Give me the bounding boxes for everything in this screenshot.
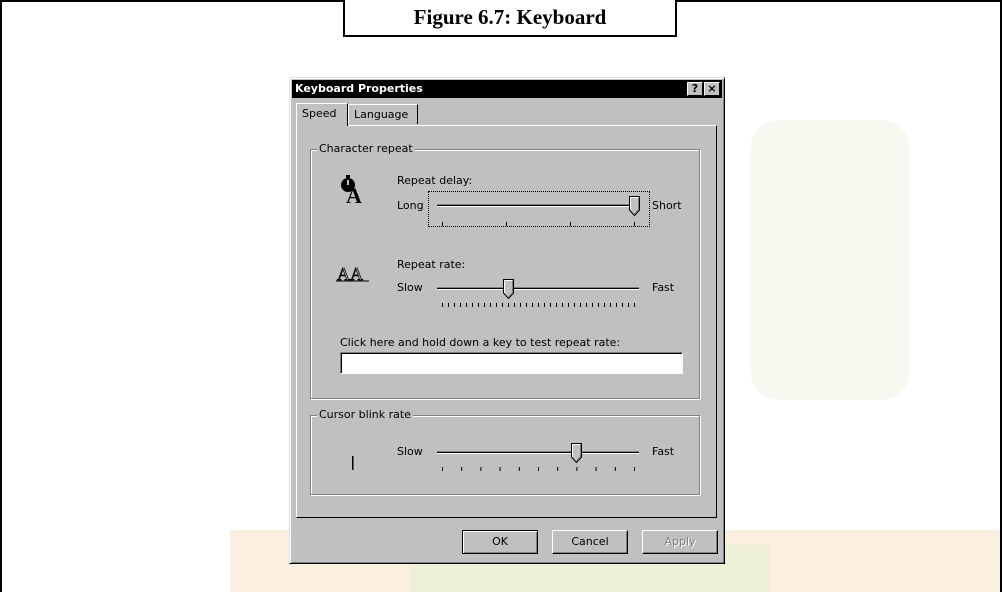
dialog-title: Keyboard Properties <box>295 82 423 95</box>
slider-tick <box>576 467 578 471</box>
tab-speed[interactable]: Speed <box>296 103 348 126</box>
slider-tick <box>538 467 539 471</box>
slider-tick <box>570 222 571 226</box>
help-button[interactable]: ? <box>687 82 703 96</box>
slider-tick <box>550 303 551 307</box>
repeat-rate-max-label: Fast <box>652 281 675 294</box>
slider-tick <box>628 303 629 307</box>
repeat-rate-slider-thumb[interactable] <box>502 279 514 299</box>
test-repeat-input[interactable] <box>340 352 683 374</box>
repeat-rate-label: Repeat rate: <box>397 258 466 271</box>
slider-tick <box>562 303 563 307</box>
cursor-blink-ticks <box>442 467 635 471</box>
apply-button[interactable]: Apply <box>642 530 718 554</box>
slider-tick <box>634 222 635 226</box>
slider-tick <box>496 303 497 307</box>
slider-tick <box>472 303 473 307</box>
slider-tick <box>454 303 455 307</box>
character-repeat-title: Character repeat <box>317 142 415 155</box>
repeat-delay-label: Repeat delay: <box>397 174 473 187</box>
repeat-delay-min-label: Long <box>397 199 424 212</box>
slider-tick <box>604 303 605 307</box>
slider-tick <box>556 303 557 307</box>
slider-tick <box>490 303 491 307</box>
cursor-blink-group: Cursor blink rate <box>310 408 700 495</box>
slider-tick <box>480 467 482 471</box>
slider-tick <box>461 467 463 471</box>
slider-tick <box>532 303 533 307</box>
slider-tick <box>448 303 449 307</box>
slider-tick <box>460 303 461 307</box>
slider-tick <box>574 303 575 307</box>
ok-button[interactable]: OK <box>462 530 538 554</box>
repeat-rate-ticks <box>442 303 635 307</box>
tab-language[interactable]: Language <box>348 104 418 124</box>
repeat-delay-track <box>437 204 639 207</box>
slider-tick <box>499 467 501 471</box>
slider-tick <box>518 467 520 471</box>
figure-caption: Figure 6.7: Keyboard <box>343 0 677 37</box>
slider-tick <box>538 303 539 307</box>
slider-tick <box>508 303 509 307</box>
slider-tick <box>514 303 515 307</box>
slider-tick <box>616 303 617 307</box>
slider-tick <box>610 303 611 307</box>
slider-tick <box>442 467 443 471</box>
title-bar[interactable]: Keyboard Properties ? × <box>292 80 722 98</box>
slider-tick <box>557 467 559 471</box>
slider-tick <box>568 303 569 307</box>
slider-tick <box>592 303 593 307</box>
slider-tick <box>526 303 527 307</box>
slider-tick <box>466 303 467 307</box>
svg-text:A: A <box>346 183 362 205</box>
stopwatch-a-icon: A <box>341 175 362 205</box>
cursor-blink-min-label: Slow <box>397 445 423 458</box>
slider-tick <box>484 303 485 307</box>
repeat-rate-track <box>437 287 639 290</box>
slider-tick <box>478 303 479 307</box>
slider-tick <box>634 303 635 307</box>
text-cursor-icon <box>352 456 354 470</box>
cursor-blink-max-label: Fast <box>652 445 675 458</box>
test-repeat-label: Click here and hold down a key to test r… <box>340 336 621 349</box>
slider-tick <box>634 467 635 471</box>
slider-tick <box>598 303 599 307</box>
cursor-blink-title: Cursor blink rate <box>317 408 413 421</box>
aa-repeat-icon: AA <box>336 264 369 284</box>
cursor-blink-track <box>437 451 639 454</box>
repeat-rate-min-label: Slow <box>397 281 423 294</box>
slider-tick <box>614 467 616 471</box>
slider-tick <box>586 303 587 307</box>
slider-tick <box>442 303 443 307</box>
repeat-delay-max-label: Short <box>652 199 682 212</box>
slider-tick <box>544 303 545 307</box>
slider-tick <box>595 467 597 471</box>
slider-tick <box>580 303 581 307</box>
slider-tick <box>502 303 503 307</box>
slider-tick <box>442 222 443 226</box>
close-button[interactable]: × <box>704 82 720 96</box>
slider-tick <box>506 222 507 226</box>
cursor-blink-slider-thumb[interactable] <box>570 443 582 463</box>
slider-tick <box>520 303 521 307</box>
repeat-delay-ticks <box>442 222 635 226</box>
cancel-button[interactable]: Cancel <box>552 530 628 554</box>
keyboard-properties-dialog: Keyboard Properties ? × Speed Language C… <box>289 77 725 564</box>
repeat-delay-slider-thumb[interactable] <box>628 196 640 216</box>
slider-tick <box>622 303 623 307</box>
